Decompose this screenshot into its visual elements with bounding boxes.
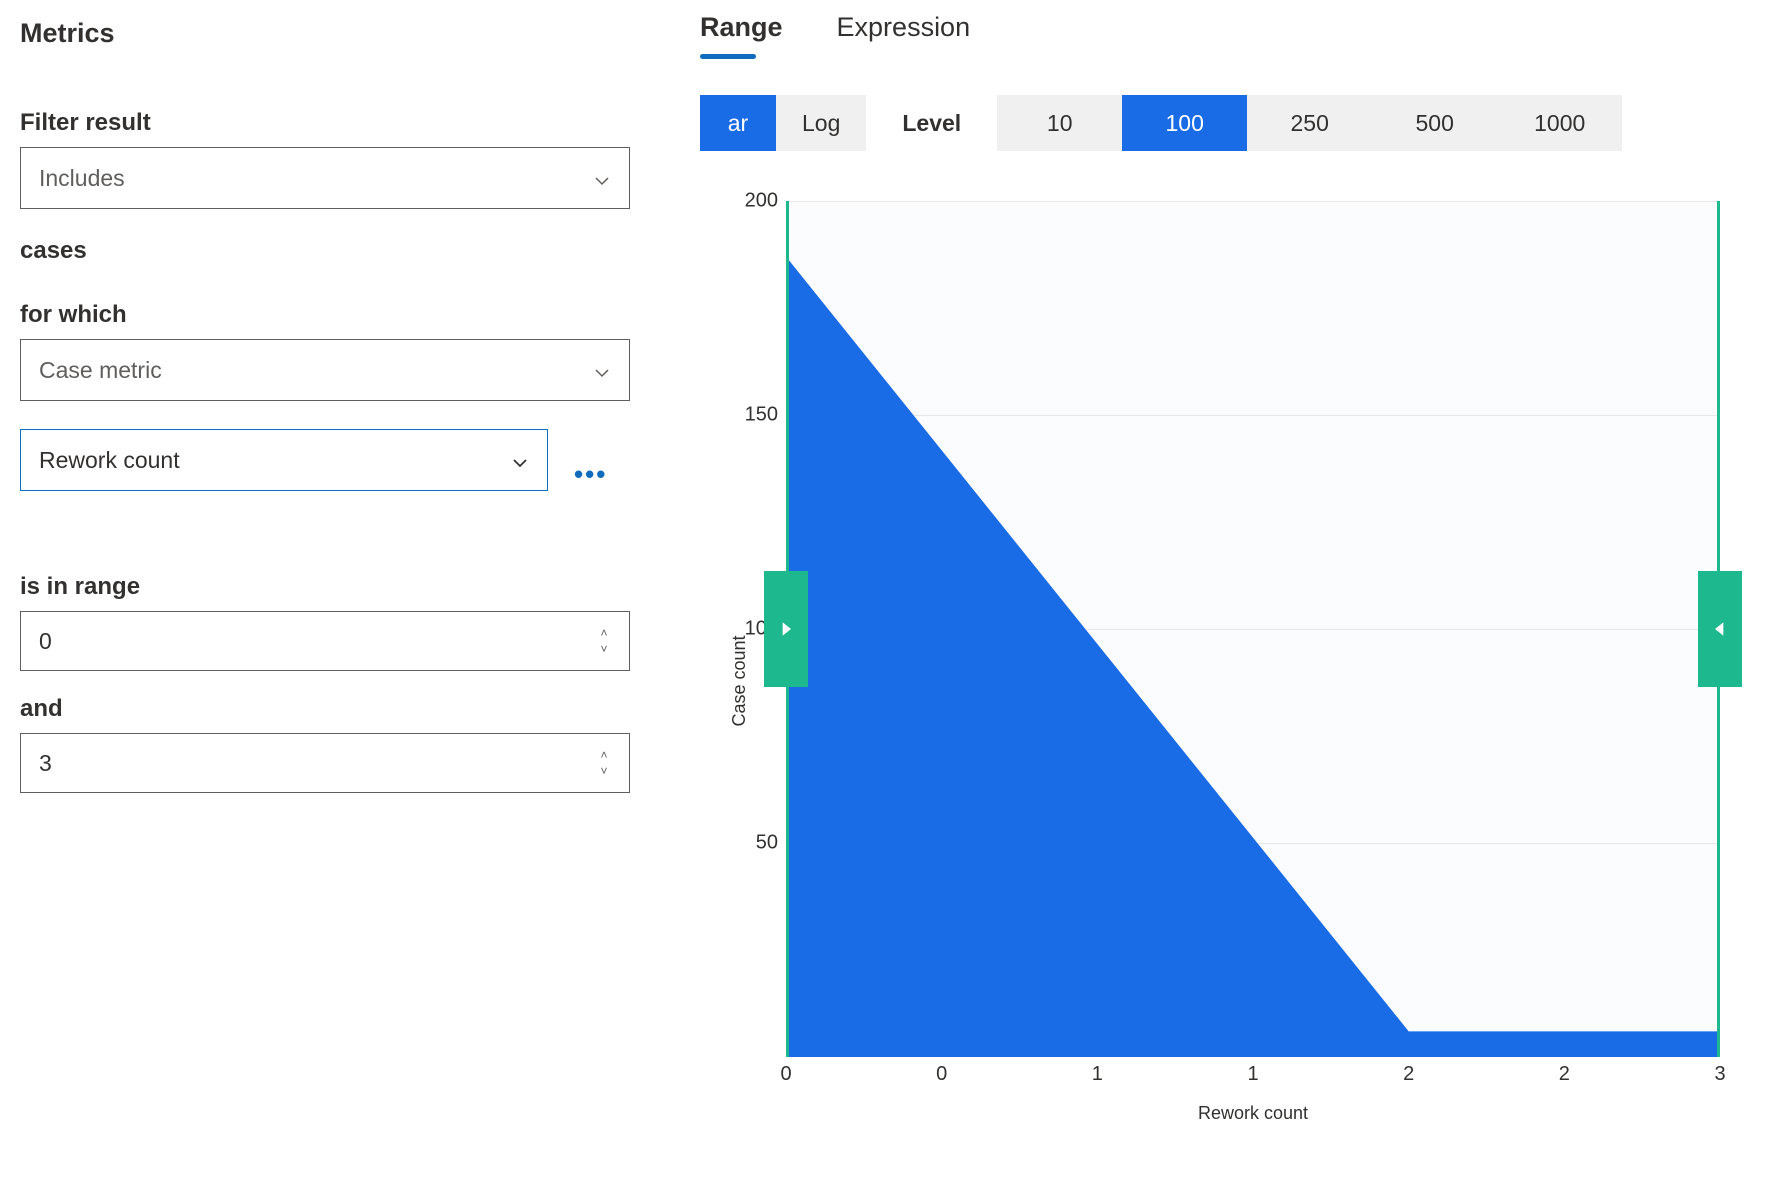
level-10-button[interactable]: 10	[997, 95, 1122, 151]
filter-result-label: Filter result	[20, 109, 680, 137]
metrics-panel: Metrics Filter result Includes cases for…	[0, 0, 700, 1184]
metric-dropdown[interactable]: Rework count	[20, 429, 548, 491]
range-handle-left[interactable]	[764, 571, 808, 687]
scale-log-button[interactable]: Log	[776, 95, 866, 151]
tab-range[interactable]: Range	[700, 12, 783, 57]
x-tick: 1	[1247, 1063, 1258, 1086]
range-min-input[interactable]: 0 ˄ ˅	[20, 611, 630, 671]
level-250-button[interactable]: 250	[1247, 95, 1372, 151]
range-max-input[interactable]: 3 ˄ ˅	[20, 733, 630, 793]
level-label: Level	[902, 110, 961, 137]
filter-result-dropdown[interactable]: Includes	[20, 147, 630, 209]
cases-label: cases	[20, 237, 680, 265]
tab-expression[interactable]: Expression	[837, 12, 971, 57]
level-500-button[interactable]: 500	[1372, 95, 1497, 151]
chevron-down-icon	[593, 361, 611, 379]
metric-type-value: Case metric	[39, 357, 162, 384]
chart-toolbar: ar Log Level 10 100 250 500 1000	[700, 95, 1772, 151]
x-tick: 1	[1092, 1063, 1103, 1086]
level-1000-button[interactable]: 1000	[1497, 95, 1622, 151]
y-tick: 200	[745, 190, 778, 213]
is-in-range-label: is in range	[20, 573, 680, 601]
x-tick: 2	[1403, 1063, 1414, 1086]
x-tick: 3	[1714, 1063, 1725, 1086]
scale-segmented: ar Log	[700, 95, 866, 151]
y-tick: 50	[756, 832, 778, 855]
range-handle-right[interactable]	[1698, 571, 1742, 687]
tabs: Range Expression	[700, 12, 1772, 57]
filter-result-value: Includes	[39, 165, 125, 192]
spin-up-icon[interactable]: ˄	[589, 749, 619, 761]
spin-down-icon[interactable]: ˅	[589, 765, 619, 777]
spin-down-icon[interactable]: ˅	[589, 643, 619, 655]
chevron-down-icon	[593, 169, 611, 187]
x-tick: 0	[780, 1063, 791, 1086]
and-label: and	[20, 695, 680, 723]
x-axis-label: Rework count	[786, 1103, 1720, 1124]
y-tick: 150	[745, 404, 778, 427]
for-which-label: for which	[20, 301, 680, 329]
x-tick: 2	[1559, 1063, 1570, 1086]
scale-linear-button[interactable]: ar	[700, 95, 776, 151]
level-segmented: 10 100 250 500 1000	[997, 95, 1622, 151]
panel-title: Metrics	[20, 18, 680, 49]
chevron-down-icon	[511, 451, 529, 469]
level-100-button[interactable]: 100	[1122, 95, 1247, 151]
x-tick: 0	[936, 1063, 947, 1086]
metric-value: Rework count	[39, 447, 180, 474]
range-max-value: 3	[39, 750, 52, 777]
plot-area	[786, 201, 1720, 1057]
chart-panel: Range Expression ar Log Level 10 100 250…	[700, 0, 1790, 1184]
spin-up-icon[interactable]: ˄	[589, 627, 619, 639]
chart: Case count 50100150200 0011223 Rework co…	[700, 201, 1772, 1161]
area-series	[786, 201, 1720, 1057]
range-min-value: 0	[39, 628, 52, 655]
metric-type-dropdown[interactable]: Case metric	[20, 339, 630, 401]
more-options-button[interactable]: •••	[574, 459, 607, 490]
